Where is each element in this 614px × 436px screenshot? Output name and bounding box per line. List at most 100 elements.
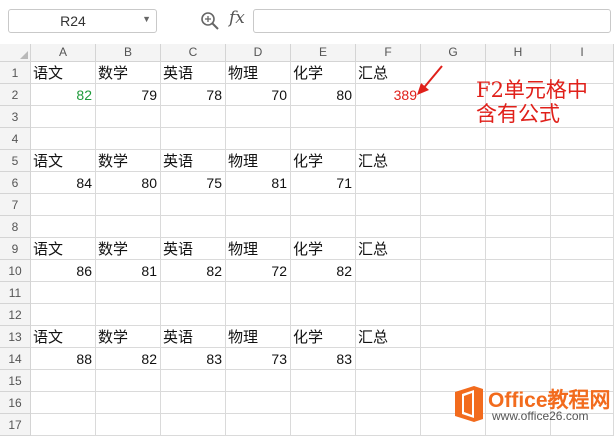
row-header-7[interactable]: 7 — [0, 194, 31, 216]
cell-b12[interactable] — [96, 304, 161, 326]
row-header-1[interactable]: 1 — [0, 62, 31, 84]
row-header-14[interactable]: 14 — [0, 348, 31, 370]
cell-f16[interactable] — [356, 392, 421, 414]
name-box[interactable]: R24 ▼ — [8, 9, 157, 33]
row-header-12[interactable]: 12 — [0, 304, 31, 326]
cell-c12[interactable] — [161, 304, 226, 326]
cell-d17[interactable] — [226, 414, 291, 436]
cell-e17[interactable] — [291, 414, 356, 436]
cell-i6[interactable] — [551, 172, 614, 194]
cell-c3[interactable] — [161, 106, 226, 128]
cell-a17[interactable] — [31, 414, 96, 436]
cell-g6[interactable] — [421, 172, 486, 194]
cell-a4[interactable] — [31, 128, 96, 150]
cell-c7[interactable] — [161, 194, 226, 216]
cell-a8[interactable] — [31, 216, 96, 238]
fx-icon[interactable]: fx — [229, 8, 245, 28]
row-header-15[interactable]: 15 — [0, 370, 31, 392]
cell-a14[interactable]: 88 — [31, 348, 96, 370]
cell-e4[interactable] — [291, 128, 356, 150]
row-header-5[interactable]: 5 — [0, 150, 31, 172]
cell-d4[interactable] — [226, 128, 291, 150]
cell-h11[interactable] — [486, 282, 551, 304]
cell-e1[interactable]: 化学 — [291, 62, 356, 84]
cell-d9[interactable]: 物理 — [226, 238, 291, 260]
cell-c16[interactable] — [161, 392, 226, 414]
cell-c8[interactable] — [161, 216, 226, 238]
col-header-e[interactable]: E — [291, 44, 356, 62]
cell-g12[interactable] — [421, 304, 486, 326]
cell-g13[interactable] — [421, 326, 486, 348]
cell-a15[interactable] — [31, 370, 96, 392]
col-header-a[interactable]: A — [31, 44, 96, 62]
cell-f14[interactable] — [356, 348, 421, 370]
cell-d3[interactable] — [226, 106, 291, 128]
cell-a1[interactable]: 语文 — [31, 62, 96, 84]
chevron-down-icon[interactable]: ▼ — [142, 14, 151, 24]
cell-c17[interactable] — [161, 414, 226, 436]
cell-b13[interactable]: 数学 — [96, 326, 161, 348]
col-header-i[interactable]: I — [551, 44, 614, 62]
cell-i8[interactable] — [551, 216, 614, 238]
col-header-c[interactable]: C — [161, 44, 226, 62]
cell-b1[interactable]: 数学 — [96, 62, 161, 84]
cell-a13[interactable]: 语文 — [31, 326, 96, 348]
cell-i5[interactable] — [551, 150, 614, 172]
row-header-3[interactable]: 3 — [0, 106, 31, 128]
cell-e15[interactable] — [291, 370, 356, 392]
cell-h6[interactable] — [486, 172, 551, 194]
cell-a7[interactable] — [31, 194, 96, 216]
cell-c1[interactable]: 英语 — [161, 62, 226, 84]
cell-d6[interactable]: 81 — [226, 172, 291, 194]
cell-b5[interactable]: 数学 — [96, 150, 161, 172]
cell-g4[interactable] — [421, 128, 486, 150]
cell-f5[interactable]: 汇总 — [356, 150, 421, 172]
cell-b8[interactable] — [96, 216, 161, 238]
cell-e16[interactable] — [291, 392, 356, 414]
cell-h8[interactable] — [486, 216, 551, 238]
cell-a9[interactable]: 语文 — [31, 238, 96, 260]
cell-a10[interactable]: 86 — [31, 260, 96, 282]
cell-b10[interactable]: 81 — [96, 260, 161, 282]
cell-e14[interactable]: 83 — [291, 348, 356, 370]
cell-i14[interactable] — [551, 348, 614, 370]
cell-c9[interactable]: 英语 — [161, 238, 226, 260]
cell-d11[interactable] — [226, 282, 291, 304]
cell-c11[interactable] — [161, 282, 226, 304]
cell-h13[interactable] — [486, 326, 551, 348]
row-header-10[interactable]: 10 — [0, 260, 31, 282]
cell-h14[interactable] — [486, 348, 551, 370]
col-header-h[interactable]: H — [486, 44, 551, 62]
cell-a12[interactable] — [31, 304, 96, 326]
row-header-11[interactable]: 11 — [0, 282, 31, 304]
cell-e3[interactable] — [291, 106, 356, 128]
row-header-4[interactable]: 4 — [0, 128, 31, 150]
magnifier-icon[interactable] — [200, 11, 220, 31]
cell-i12[interactable] — [551, 304, 614, 326]
cell-h7[interactable] — [486, 194, 551, 216]
cell-e8[interactable] — [291, 216, 356, 238]
cell-d10[interactable]: 72 — [226, 260, 291, 282]
cell-b4[interactable] — [96, 128, 161, 150]
cell-i11[interactable] — [551, 282, 614, 304]
cell-e5[interactable]: 化学 — [291, 150, 356, 172]
col-header-b[interactable]: B — [96, 44, 161, 62]
cell-g8[interactable] — [421, 216, 486, 238]
cell-f1[interactable]: 汇总 — [356, 62, 421, 84]
cell-b15[interactable] — [96, 370, 161, 392]
cell-c13[interactable]: 英语 — [161, 326, 226, 348]
cell-e12[interactable] — [291, 304, 356, 326]
cell-a6[interactable]: 84 — [31, 172, 96, 194]
cell-d15[interactable] — [226, 370, 291, 392]
cell-e11[interactable] — [291, 282, 356, 304]
cell-g7[interactable] — [421, 194, 486, 216]
cell-f10[interactable] — [356, 260, 421, 282]
cell-d1[interactable]: 物理 — [226, 62, 291, 84]
cell-h12[interactable] — [486, 304, 551, 326]
cell-f4[interactable] — [356, 128, 421, 150]
row-header-13[interactable]: 13 — [0, 326, 31, 348]
cell-g11[interactable] — [421, 282, 486, 304]
cell-a3[interactable] — [31, 106, 96, 128]
cell-f11[interactable] — [356, 282, 421, 304]
cell-f6[interactable] — [356, 172, 421, 194]
